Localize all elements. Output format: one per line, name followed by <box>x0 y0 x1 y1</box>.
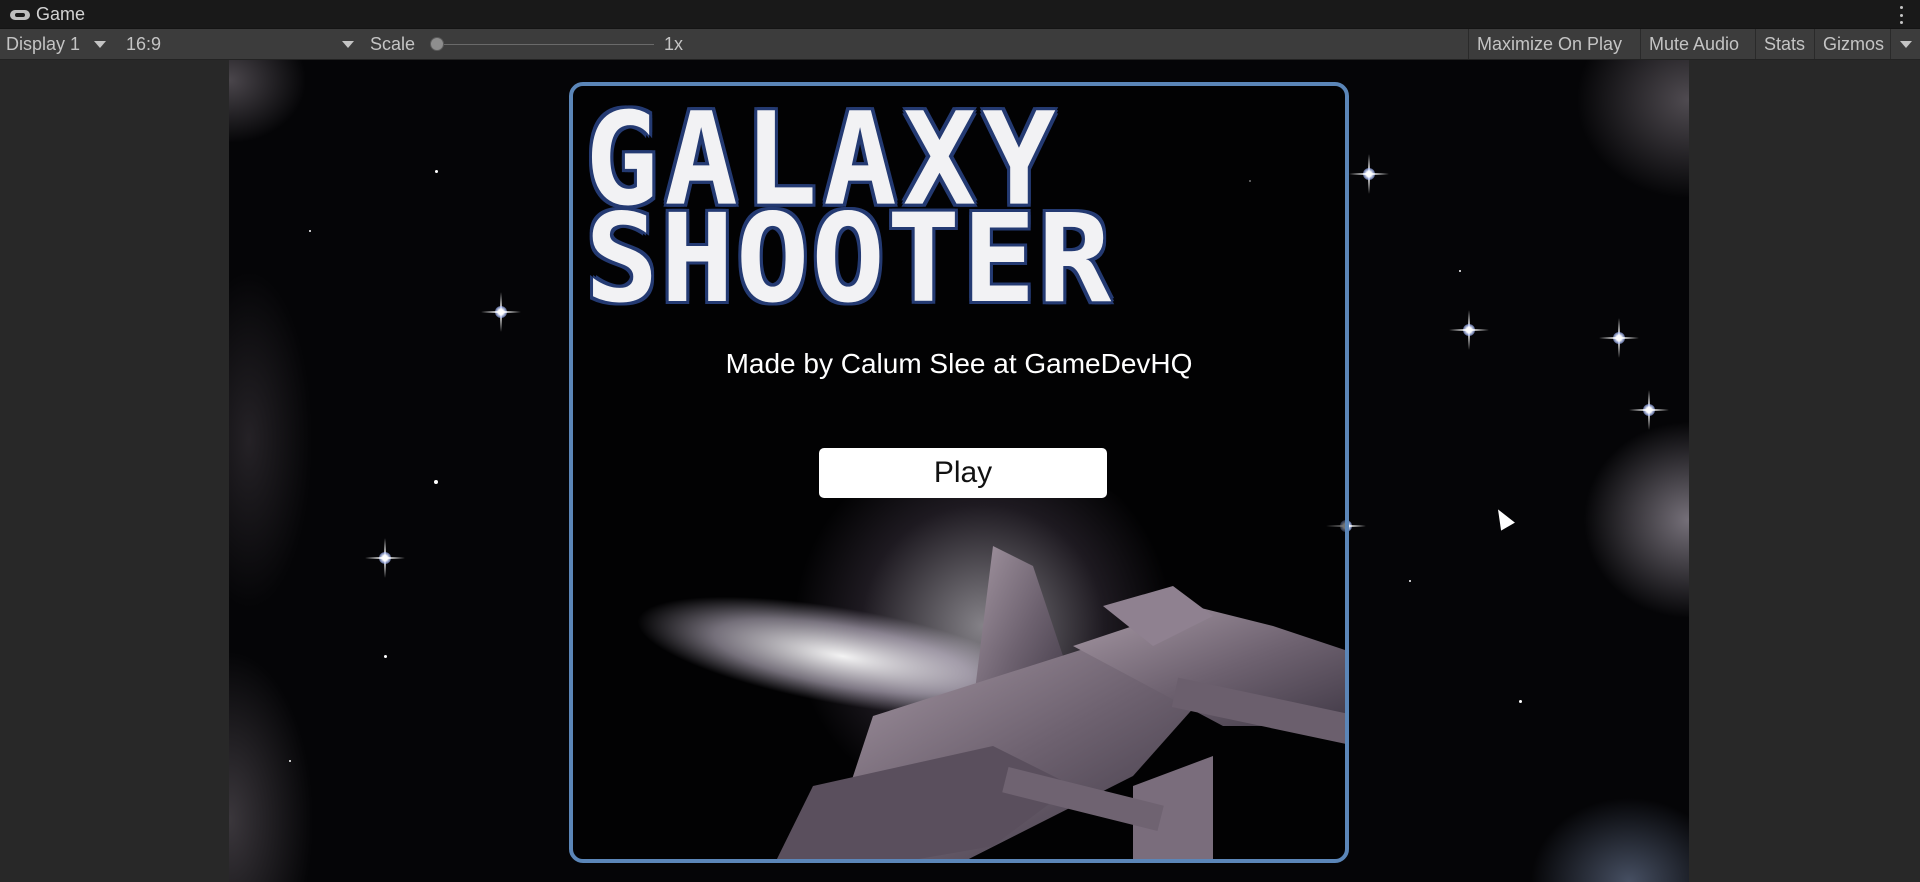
sparkle-star <box>1349 154 1389 194</box>
gizmos-dropdown[interactable] <box>1890 29 1920 59</box>
display-dropdown[interactable]: Display 1 <box>6 29 107 59</box>
scale-slider-track[interactable] <box>432 44 654 45</box>
gamepad-icon <box>10 9 30 21</box>
game-view[interactable]: GALAXY SHOOTER Made by Calum Slee at Gam… <box>229 60 1689 882</box>
sparkle-star <box>1629 390 1669 430</box>
star <box>1519 700 1522 703</box>
star <box>384 655 387 658</box>
star <box>1459 270 1461 272</box>
star <box>1409 580 1411 582</box>
play-button[interactable]: Play <box>819 448 1107 498</box>
window-tab-bar: Game <box>0 0 1920 29</box>
aspect-ratio-dropdown[interactable]: 16:9 <box>126 29 354 59</box>
sparkle-star <box>365 538 405 578</box>
game-tab-label: Game <box>36 4 86 24</box>
more-options-icon[interactable] <box>1900 6 1904 24</box>
scale-value: 1x <box>664 33 684 54</box>
gizmos-toggle[interactable]: Gizmos <box>1814 29 1893 59</box>
scale-label: Scale <box>370 33 416 54</box>
game-toolbar: Display 1 16:9 Scale 1x Maximize On Play… <box>0 29 1920 60</box>
main-menu-panel: GALAXY SHOOTER Made by Calum Slee at Gam… <box>569 82 1349 863</box>
game-title-logo: GALAXY SHOOTER <box>585 85 1185 320</box>
game-viewport: GALAXY SHOOTER Made by Calum Slee at Gam… <box>0 60 1920 882</box>
mouse-cursor-icon <box>1491 505 1515 531</box>
aspect-ratio-label: 16:9 <box>126 33 162 54</box>
sparkle-star <box>1599 318 1639 358</box>
sparkle-star <box>1449 310 1489 350</box>
game-tab[interactable]: Game <box>0 0 99 29</box>
maximize-on-play-toggle[interactable]: Maximize On Play <box>1468 29 1631 59</box>
title-line-1: GALAXY <box>585 85 1062 235</box>
display-dropdown-label: Display 1 <box>6 33 81 54</box>
star <box>289 760 291 762</box>
star <box>434 480 438 484</box>
stats-toggle[interactable]: Stats <box>1755 29 1814 59</box>
chevron-down-icon <box>342 40 354 48</box>
chevron-down-icon <box>1899 40 1912 48</box>
scale-slider-thumb[interactable] <box>430 37 444 51</box>
star <box>309 230 311 232</box>
credit-text: Made by Calum Slee at GameDevHQ <box>725 348 1193 379</box>
sparkle-star <box>481 292 521 332</box>
star <box>435 170 438 173</box>
mute-audio-toggle[interactable]: Mute Audio <box>1640 29 1748 59</box>
chevron-down-icon <box>94 40 107 48</box>
